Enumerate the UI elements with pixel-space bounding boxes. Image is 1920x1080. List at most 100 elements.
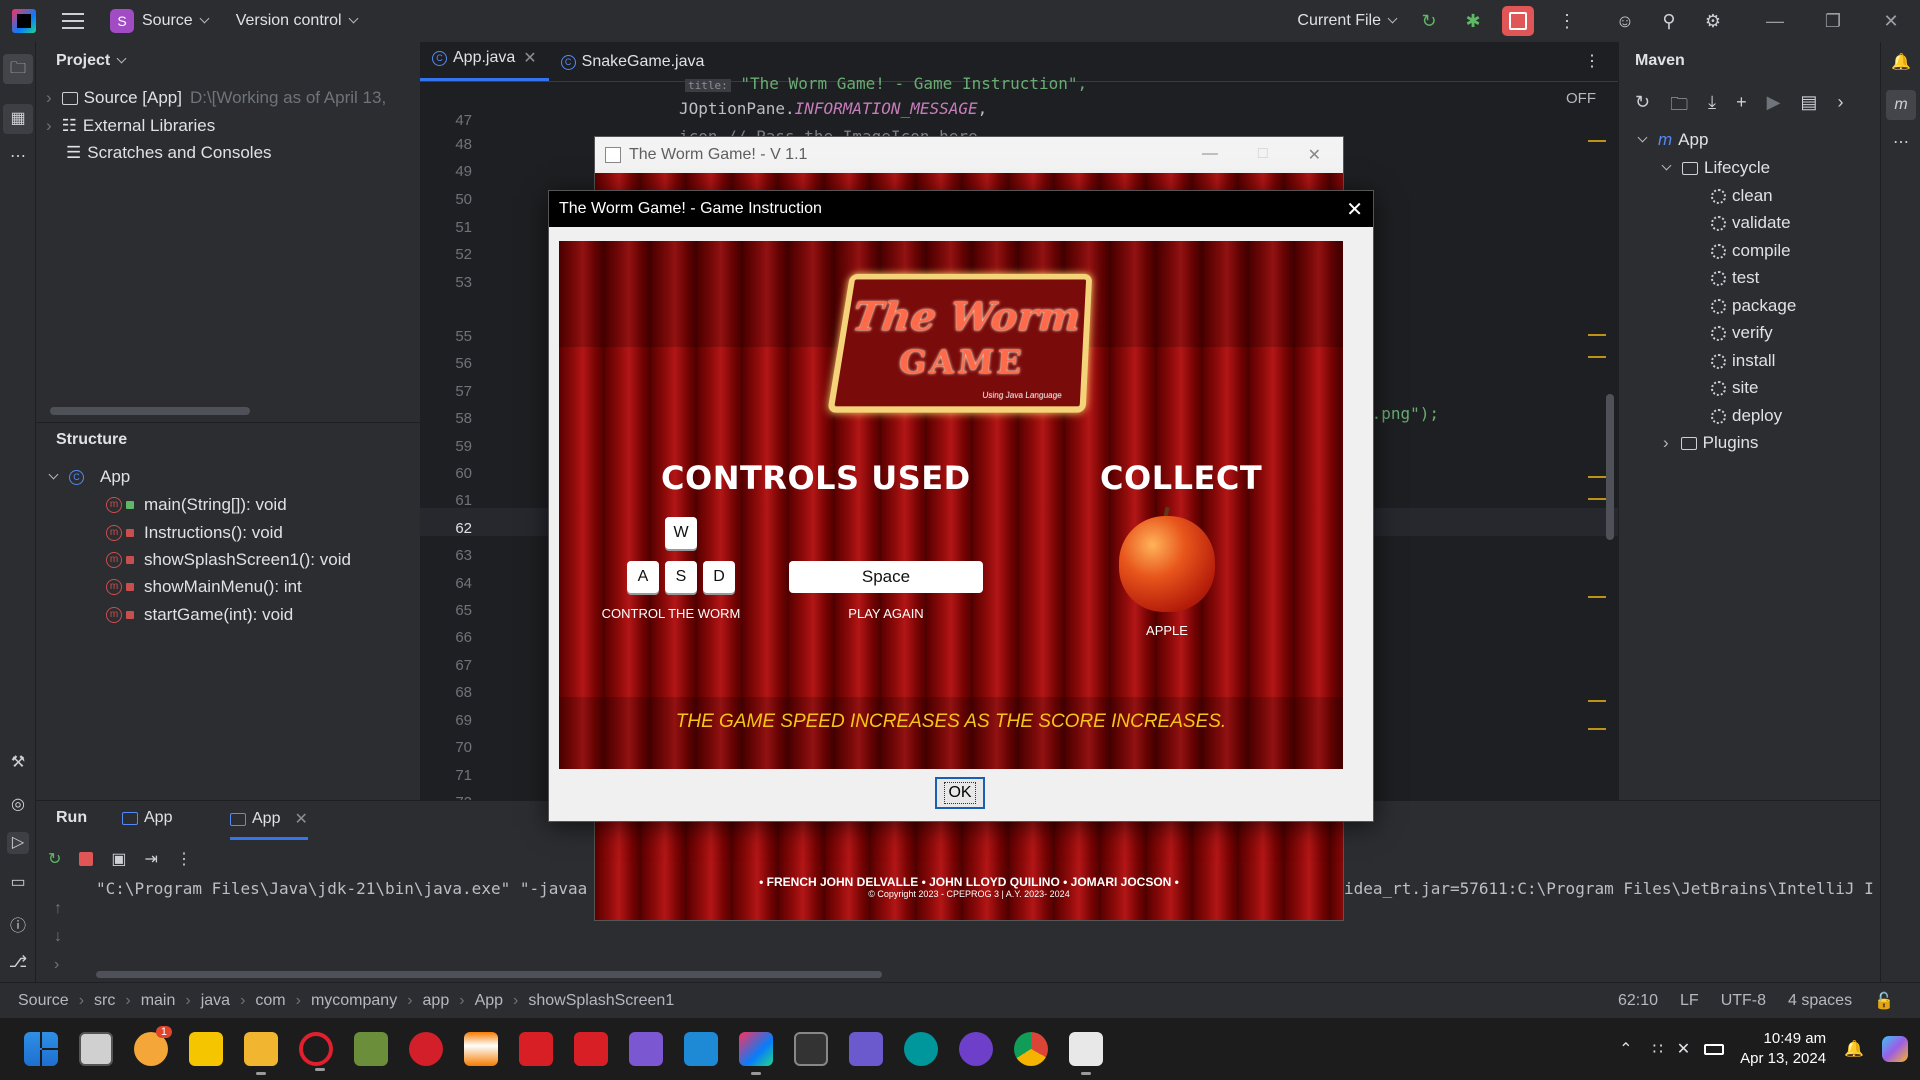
caret-position[interactable]: 62:10 <box>1618 992 1658 1010</box>
restore-icon[interactable]: ❐ <box>1804 11 1862 32</box>
stop-icon[interactable] <box>79 852 94 866</box>
maven-lifecycle[interactable]: Lifecycle <box>1661 158 1770 178</box>
git-icon[interactable]: ⎇ <box>7 952 29 974</box>
maven-goal-package[interactable]: package <box>1711 296 1796 316</box>
tab-app-java[interactable]: C App.java ✕ <box>420 48 549 81</box>
maven-goal-clean[interactable]: clean <box>1711 186 1773 206</box>
warning-marker[interactable] <box>1588 498 1606 500</box>
breadcrumb-item[interactable]: src <box>94 992 115 1010</box>
close-icon[interactable]: ✕ <box>1862 11 1920 32</box>
tree-item-scratches[interactable]: ☰ Scratches and Consoles <box>66 143 272 163</box>
structure-icon[interactable]: ▦ <box>3 104 33 134</box>
services-icon[interactable]: ◎ <box>7 794 29 816</box>
media-app-icon[interactable] <box>849 1032 883 1066</box>
warning-marker[interactable] <box>1588 334 1606 336</box>
opera-browser-icon[interactable] <box>299 1032 333 1071</box>
warning-marker[interactable] <box>1588 700 1606 702</box>
run-tool-icon[interactable]: ▷ <box>7 832 29 854</box>
camera-app-icon[interactable] <box>409 1032 443 1066</box>
close-tab-icon[interactable]: ✕ <box>523 48 536 68</box>
minimize-icon[interactable]: — <box>1746 11 1804 32</box>
breadcrumb-item[interactable]: com <box>255 992 285 1010</box>
breadcrumb-item[interactable]: main <box>141 992 176 1010</box>
run-tab-app-2[interactable]: App ✕ <box>230 809 308 840</box>
autocad-icon[interactable] <box>574 1032 608 1066</box>
maven-goal-validate[interactable]: validate <box>1711 213 1791 233</box>
more-tools-icon[interactable]: ⋯ <box>7 146 29 168</box>
more-icon[interactable]: ⋮ <box>1556 10 1578 32</box>
warning-marker[interactable] <box>1588 140 1606 142</box>
github-desktop-icon[interactable] <box>959 1032 993 1066</box>
build-hammer-icon[interactable]: ⚒ <box>7 752 29 774</box>
horizontal-scrollbar[interactable] <box>96 971 882 978</box>
more-chevron-icon[interactable]: › <box>1837 92 1843 122</box>
add-folder-icon[interactable]: 🗀 <box>1670 92 1688 122</box>
mute-speaker-icon[interactable]: ✕ <box>1677 1039 1690 1059</box>
project-panel-title[interactable]: Project <box>36 42 420 70</box>
maven-tool-icon[interactable]: m <box>1886 90 1916 120</box>
down-arrow-icon[interactable]: ↓ <box>54 923 62 951</box>
camera-icon[interactable]: ▣ <box>111 849 126 869</box>
visual-studio-icon[interactable] <box>629 1032 663 1066</box>
code-line-48[interactable]: JOptionPane.INFORMATION_MESSAGE, <box>679 99 987 118</box>
arduino-icon[interactable] <box>904 1032 938 1066</box>
breadcrumb-item[interactable]: App <box>475 992 503 1010</box>
problems-icon[interactable]: ⓘ <box>7 912 29 935</box>
structure-member[interactable]: m startGame(int): void <box>106 605 293 625</box>
breadcrumb-item[interactable]: app <box>423 992 450 1010</box>
more-tools-icon[interactable]: ⋯ <box>1890 132 1912 154</box>
execute-icon[interactable]: ▤ <box>1800 92 1817 122</box>
start-menu-icon[interactable] <box>24 1032 58 1066</box>
tree-item-external-libraries[interactable]: › ☷ External Libraries <box>46 116 215 136</box>
maven-goal-compile[interactable]: compile <box>1711 241 1791 261</box>
vscode-icon[interactable] <box>684 1032 718 1066</box>
chrome-icon[interactable] <box>1014 1032 1048 1066</box>
structure-member[interactable]: m main(String[]): void <box>106 495 287 515</box>
breadcrumb-item[interactable]: showSplashScreen1 <box>528 992 674 1010</box>
warning-marker[interactable] <box>1588 596 1606 598</box>
maximize-icon[interactable]: □ <box>1258 145 1268 165</box>
notification-center-icon[interactable]: 🔔 <box>1844 1039 1864 1059</box>
project-badge[interactable]: S <box>110 9 134 33</box>
minecraft-icon[interactable] <box>354 1032 388 1066</box>
vlc-icon[interactable] <box>464 1032 498 1066</box>
battery-icon[interactable] <box>1704 1043 1725 1055</box>
indent-setting[interactable]: 4 spaces <box>1788 992 1852 1010</box>
add-icon[interactable]: + <box>1736 92 1747 122</box>
ok-button[interactable]: OK <box>935 777 985 809</box>
exit-icon[interactable]: ⇥ <box>145 849 158 869</box>
file-encoding[interactable]: UTF-8 <box>1721 992 1766 1010</box>
file-explorer-icon[interactable] <box>244 1032 278 1075</box>
reload-icon[interactable]: ↻ <box>1635 92 1650 122</box>
code-line-47[interactable]: title: "The Worm Game! - Game Instructio… <box>685 74 1087 93</box>
maven-goal-site[interactable]: site <box>1711 378 1758 398</box>
maven-goal-deploy[interactable]: deploy <box>1711 406 1782 426</box>
vcs-menu[interactable]: Version control <box>236 12 342 30</box>
up-arrow-icon[interactable]: ↑ <box>54 895 62 923</box>
breadcrumb-item[interactable]: Source <box>18 992 69 1010</box>
tree-item-source[interactable]: › Source [App] D:\[Working as of April 1… <box>46 88 386 108</box>
structure-member[interactable]: m Instructions(): void <box>106 523 283 543</box>
inlay-hints-toggle[interactable]: OFF <box>1566 90 1596 107</box>
structure-member[interactable]: m showSplashScreen1(): void <box>106 550 351 570</box>
settings-gear-icon[interactable]: ⚙ <box>1702 10 1724 32</box>
warning-marker[interactable] <box>1588 356 1606 358</box>
warning-marker[interactable] <box>1588 728 1606 730</box>
task-view-icon[interactable] <box>79 1032 113 1066</box>
rerun-icon[interactable]: ↻ <box>1418 10 1440 32</box>
wifi-icon[interactable]: ∷ <box>1653 1039 1663 1059</box>
close-icon[interactable]: ✕ <box>1346 197 1363 222</box>
java-app-icon[interactable] <box>1069 1032 1103 1075</box>
run-tab-app-1[interactable]: App <box>122 809 172 827</box>
clock[interactable]: 10:49 am Apr 13, 2024 <box>1740 1029 1826 1069</box>
vertical-scrollbar[interactable] <box>1606 394 1614 540</box>
download-icon[interactable]: ⤓ <box>1708 92 1716 122</box>
rerun-icon[interactable]: ↻ <box>48 849 61 869</box>
copilot-icon[interactable] <box>1882 1036 1908 1062</box>
maven-goal-install[interactable]: install <box>1711 351 1775 371</box>
intellij-taskbar-icon[interactable] <box>739 1032 773 1075</box>
sketchup-icon[interactable] <box>519 1032 553 1066</box>
sticky-notes-icon[interactable] <box>189 1032 223 1066</box>
project-switcher[interactable]: Source <box>142 12 193 30</box>
read-only-lock-icon[interactable]: 🔓 <box>1874 991 1894 1011</box>
